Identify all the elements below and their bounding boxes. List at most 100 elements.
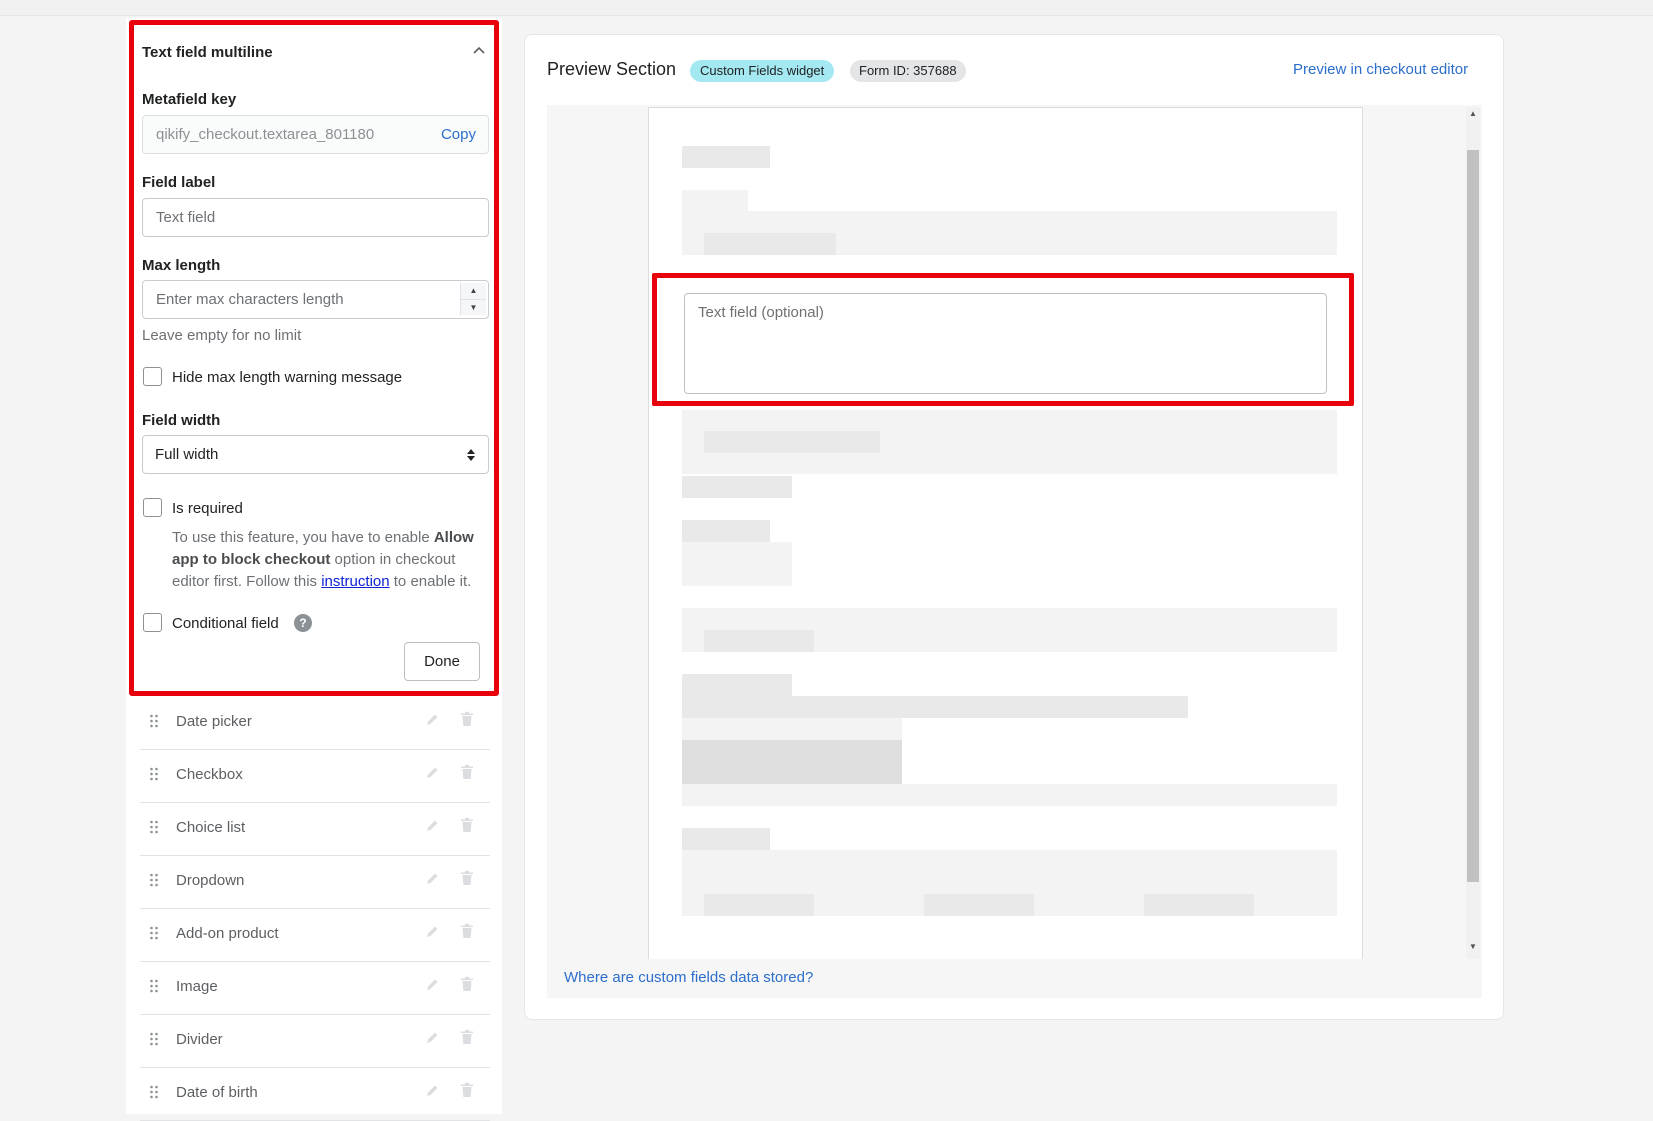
field-list-item[interactable]: Add-on product	[140, 909, 490, 962]
max-length-help: Leave empty for no limit	[142, 327, 302, 344]
pencil-icon[interactable]	[424, 1030, 440, 1046]
field-label-input[interactable]: Text field	[142, 198, 489, 237]
max-length-placeholder: Enter max characters length	[156, 291, 344, 308]
field-list-item[interactable]: Divider	[140, 1015, 490, 1068]
trash-icon[interactable]	[460, 870, 474, 886]
drag-handle-icon[interactable]	[149, 873, 159, 887]
top-bar	[0, 0, 1653, 16]
trash-icon[interactable]	[460, 1029, 474, 1045]
preview-textarea[interactable]: Text field (optional)	[684, 293, 1327, 394]
trash-icon[interactable]	[460, 764, 474, 780]
note-suffix: to enable it.	[389, 573, 472, 590]
blurred-content	[1144, 894, 1254, 916]
field-list-item-label: Checkbox	[176, 766, 243, 783]
pencil-icon[interactable]	[424, 765, 440, 781]
drag-handle-icon[interactable]	[149, 926, 159, 940]
hide-warning-label: Hide max length warning message	[172, 369, 403, 386]
copy-button[interactable]: Copy	[441, 116, 476, 153]
field-label-label: Field label	[142, 174, 216, 191]
preview-title: Preview Section	[547, 59, 677, 79]
metafield-key-field: qikify_checkout.textarea_801180 Copy	[142, 115, 489, 154]
max-length-stepper[interactable]: ▲ ▼	[460, 283, 486, 316]
drag-handle-icon[interactable]	[149, 979, 159, 993]
drag-handle-icon[interactable]	[149, 820, 159, 834]
is-required-label: Is required	[172, 500, 243, 517]
trash-icon[interactable]	[460, 923, 474, 939]
blurred-content	[704, 894, 814, 916]
field-list-item[interactable]: Date picker	[140, 697, 490, 750]
field-list-item-label: Date of birth	[176, 1084, 258, 1101]
field-list-item[interactable]: Checkbox	[140, 750, 490, 803]
scroll-up-icon[interactable]: ▲	[1468, 107, 1478, 121]
conditional-field-label: Conditional field	[172, 615, 279, 632]
field-list-item[interactable]: Choice list	[140, 803, 490, 856]
blurred-content	[682, 520, 770, 542]
field-width-select[interactable]: Full width	[142, 435, 489, 474]
blurred-content	[704, 431, 880, 453]
field-list-item-label: Image	[176, 978, 218, 995]
field-width-label: Field width	[142, 412, 221, 429]
note-prefix: To use this feature, you have to enable	[172, 529, 434, 546]
blurred-content	[704, 630, 814, 652]
blurred-content	[924, 894, 1034, 916]
field-list-item-label: Dropdown	[176, 872, 245, 889]
field-label-placeholder: Text field	[156, 209, 216, 226]
blurred-content	[682, 190, 748, 211]
preview-checkout-editor-link[interactable]: Preview in checkout editor	[1293, 61, 1468, 78]
blurred-content	[682, 696, 1188, 718]
field-list-item-label: Divider	[176, 1031, 223, 1048]
done-button[interactable]: Done	[404, 642, 480, 681]
field-editor-panel: Text field multiline Metafield key qikif…	[129, 20, 499, 696]
field-list-item-label: Choice list	[176, 819, 246, 836]
preview-scrollbar-thumb[interactable]	[1467, 150, 1479, 882]
metafield-key-value: qikify_checkout.textarea_801180	[156, 126, 375, 143]
preview-textarea-placeholder: Text field (optional)	[698, 304, 824, 321]
pencil-icon[interactable]	[424, 712, 440, 728]
blurred-content	[682, 784, 1337, 806]
editor-title: Text field multiline	[142, 44, 273, 61]
hide-warning-checkbox[interactable]	[143, 367, 162, 386]
field-width-value: Full width	[155, 446, 219, 463]
field-list-item-label: Date picker	[176, 713, 252, 730]
max-length-label: Max length	[142, 257, 221, 274]
drag-handle-icon[interactable]	[149, 1032, 159, 1046]
is-required-note: To use this feature, you have to enable …	[172, 527, 482, 593]
form-id-badge: Form ID: 357688	[850, 60, 966, 82]
field-list-item[interactable]: Date of birth	[140, 1068, 490, 1121]
chevron-up-icon[interactable]	[471, 43, 487, 59]
trash-icon[interactable]	[460, 817, 474, 833]
is-required-checkbox[interactable]	[143, 498, 162, 517]
pencil-icon[interactable]	[424, 818, 440, 834]
scroll-down-icon[interactable]: ▼	[1468, 940, 1478, 954]
field-list-item-label: Add-on product	[176, 925, 279, 942]
metafield-key-label: Metafield key	[142, 91, 237, 108]
blurred-content	[682, 146, 770, 168]
pencil-icon[interactable]	[424, 871, 440, 887]
field-list-item[interactable]: Dropdown	[140, 856, 490, 909]
trash-icon[interactable]	[460, 711, 474, 727]
blurred-content	[704, 233, 836, 255]
pencil-icon[interactable]	[424, 977, 440, 993]
select-arrows-icon	[467, 449, 475, 461]
drag-handle-icon[interactable]	[149, 714, 159, 728]
trash-icon[interactable]	[460, 976, 474, 992]
pencil-icon[interactable]	[424, 924, 440, 940]
custom-fields-storage-link[interactable]: Where are custom fields data stored?	[564, 969, 813, 986]
blurred-content	[682, 718, 902, 740]
widget-badge: Custom Fields widget	[690, 60, 835, 82]
max-length-input[interactable]: Enter max characters length ▲ ▼	[142, 280, 489, 319]
drag-handle-icon[interactable]	[149, 1085, 159, 1099]
conditional-field-checkbox[interactable]	[143, 613, 162, 632]
stepper-up-icon[interactable]: ▲	[460, 283, 486, 299]
blurred-content	[682, 542, 792, 586]
blurred-content	[682, 674, 792, 696]
drag-handle-icon[interactable]	[149, 767, 159, 781]
trash-icon[interactable]	[460, 1082, 474, 1098]
blurred-content	[682, 828, 770, 850]
field-list-item[interactable]: Image	[140, 962, 490, 1015]
blurred-content	[682, 476, 792, 498]
stepper-down-icon[interactable]: ▼	[460, 299, 486, 315]
pencil-icon[interactable]	[424, 1083, 440, 1099]
help-icon[interactable]: ?	[294, 614, 312, 632]
instruction-link[interactable]: instruction	[321, 573, 389, 590]
